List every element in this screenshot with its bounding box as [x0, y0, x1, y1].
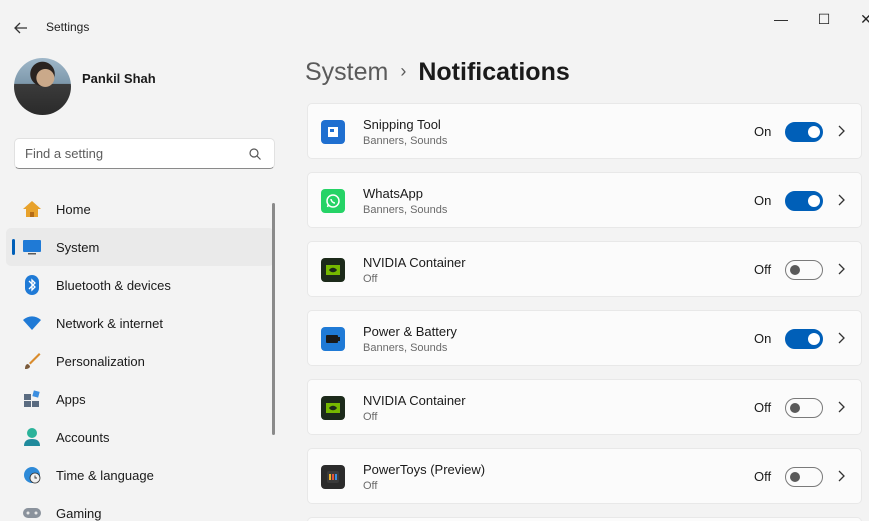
notification-toggle[interactable] [785, 122, 823, 142]
sidebar-item-apps[interactable]: Apps [6, 380, 274, 418]
sidebar-item-label: Gaming [56, 505, 102, 521]
app-detail: Banners, Sounds [363, 342, 448, 354]
notification-toggle[interactable] [785, 329, 823, 349]
wifi-icon [22, 313, 42, 333]
sidebar-item-label: System [56, 239, 100, 255]
window-title: Settings [46, 20, 90, 34]
sidebar-item-label: Home [56, 201, 91, 217]
breadcrumb-separator: › [400, 61, 407, 81]
accounts-icon [22, 427, 42, 447]
chevron-right-icon[interactable] [835, 399, 847, 415]
breadcrumb: System › Notifications [305, 58, 570, 87]
sidebar-item-label: Accounts [56, 429, 110, 445]
notification-toggle[interactable] [785, 467, 823, 487]
app-row-power-battery[interactable]: Power & Battery Banners, Sounds On [307, 310, 862, 366]
avatar[interactable] [14, 58, 71, 115]
toggle-state-label: On [754, 124, 772, 139]
minimize-button[interactable]: — [758, 6, 804, 32]
app-detail: Off [363, 273, 378, 285]
toggle-knob [790, 265, 800, 275]
sidebar-item-home[interactable]: Home [6, 190, 274, 228]
sidebar-item-label: Apps [56, 391, 86, 407]
system-monitor-icon [22, 237, 42, 257]
powertoys-icon [321, 465, 345, 489]
apps-icon [22, 389, 42, 409]
sidebar-item-label: Time & language [56, 467, 154, 483]
back-button[interactable] [10, 17, 32, 39]
sidebar-scrollbar[interactable] [272, 203, 275, 435]
sidebar-item-label: Personalization [56, 353, 145, 369]
app-row-partial[interactable] [307, 517, 862, 521]
title-bar: Settings — ☐ ✕ [0, 0, 869, 52]
chevron-right-icon[interactable] [835, 261, 847, 277]
search-box[interactable] [14, 138, 275, 169]
battery-icon [321, 327, 345, 351]
sidebar-item-label: Network & internet [56, 315, 163, 331]
toggle-knob [808, 126, 820, 138]
toggle-knob [790, 472, 800, 482]
nvidia-icon [321, 396, 345, 420]
globe-clock-icon [22, 465, 42, 485]
toggle-state-label: On [754, 193, 772, 208]
app-detail: Off [363, 411, 378, 423]
notification-toggle[interactable] [785, 191, 823, 211]
app-row-snipping-tool[interactable]: Snipping Tool Banners, Sounds On [307, 103, 862, 159]
app-name: PowerToys (Preview) [363, 462, 486, 477]
toggle-state-label: Off [754, 400, 772, 415]
app-detail: Banners, Sounds [363, 204, 448, 216]
whatsapp-icon [321, 189, 345, 213]
sidebar-item-network[interactable]: Network & internet [6, 304, 274, 342]
nvidia-icon [321, 258, 345, 282]
sidebar-nav: Home System Bluetooth & devices Network … [6, 190, 274, 521]
close-button[interactable]: ✕ [843, 6, 869, 32]
profile-name: Pankil Shah [82, 71, 156, 86]
active-indicator [12, 239, 15, 255]
maximize-button[interactable]: ☐ [801, 6, 847, 32]
brush-icon [22, 351, 42, 371]
breadcrumb-parent[interactable]: System [305, 58, 388, 87]
chevron-right-icon[interactable] [835, 192, 847, 208]
sidebar-item-accounts[interactable]: Accounts [6, 418, 274, 456]
app-detail: Banners, Sounds [363, 135, 448, 147]
sidebar-item-gaming[interactable]: Gaming [6, 494, 274, 521]
page-title: Notifications [418, 58, 570, 86]
toggle-knob [808, 333, 820, 345]
toggle-state-label: On [754, 331, 772, 346]
toggle-state-label: Off [754, 469, 772, 484]
app-name: WhatsApp [363, 186, 423, 201]
sidebar-item-label: Bluetooth & devices [56, 277, 171, 293]
sidebar-item-time-language[interactable]: Time & language [6, 456, 274, 494]
app-detail: Off [363, 480, 378, 492]
app-name: NVIDIA Container [363, 255, 466, 270]
chevron-right-icon[interactable] [835, 330, 847, 346]
bluetooth-icon [22, 275, 42, 295]
toggle-state-label: Off [754, 262, 772, 277]
notification-toggle[interactable] [785, 398, 823, 418]
app-row-powertoys[interactable]: PowerToys (Preview) Off Off [307, 448, 862, 504]
sidebar-item-personalization[interactable]: Personalization [6, 342, 274, 380]
snipping-tool-icon [321, 120, 345, 144]
search-icon[interactable] [248, 147, 262, 161]
toggle-knob [790, 403, 800, 413]
home-icon [22, 199, 42, 219]
gamepad-icon [22, 503, 42, 521]
chevron-right-icon[interactable] [835, 468, 847, 484]
sidebar-item-system[interactable]: System [6, 228, 274, 266]
app-name: NVIDIA Container [363, 393, 466, 408]
notification-toggle[interactable] [785, 260, 823, 280]
app-row-nvidia-container[interactable]: NVIDIA Container Off Off [307, 241, 862, 297]
search-input[interactable] [25, 146, 245, 161]
app-row-whatsapp[interactable]: WhatsApp Banners, Sounds On [307, 172, 862, 228]
arrow-left-icon [14, 22, 27, 34]
app-name: Power & Battery [363, 324, 457, 339]
toggle-knob [808, 195, 820, 207]
app-row-nvidia-container-2[interactable]: NVIDIA Container Off Off [307, 379, 862, 435]
app-name: Snipping Tool [363, 117, 441, 132]
chevron-right-icon[interactable] [835, 123, 847, 139]
sidebar-item-bluetooth[interactable]: Bluetooth & devices [6, 266, 274, 304]
